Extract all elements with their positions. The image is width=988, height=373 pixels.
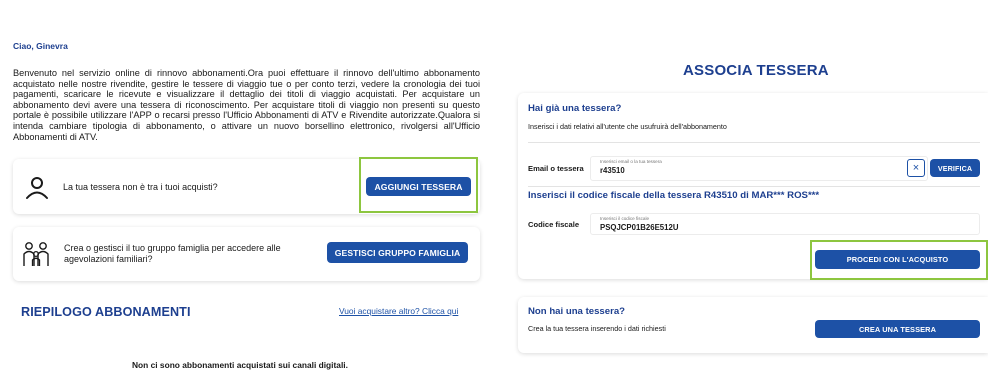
family-icon: [23, 242, 49, 266]
gestisci-famiglia-button[interactable]: GESTISCI GRUPPO FAMIGLIA: [327, 242, 468, 263]
greeting: Ciao, Ginevra: [13, 41, 68, 51]
form-divider: [528, 142, 980, 143]
user-icon: [26, 177, 48, 199]
cf-value: PSQJCP01B26E512U: [600, 223, 679, 232]
email-label: Email o tessera: [528, 164, 584, 173]
no-card-title: Non hai una tessera?: [528, 306, 626, 317]
aggiungi-tessera-button[interactable]: AGGIUNGI TESSERA: [366, 177, 471, 196]
acquista-altro-link[interactable]: Vuoi acquistare altro? Clicca qui: [339, 306, 458, 316]
form-divider-2: [528, 186, 980, 187]
cf-title: Inserisci il codice fiscale della tesser…: [528, 190, 820, 201]
intro-text: Benvenuto nel servizio online di rinnovo…: [13, 68, 480, 142]
codice-fiscale-field[interactable]: Inserisci il codice fiscale PSQJCP01B26E…: [590, 213, 980, 235]
associa-tessera-title: ASSOCIA TESSERA: [683, 62, 829, 79]
riepilogo-title: RIEPILOGO ABBONAMENTI: [21, 305, 191, 319]
procedi-acquisto-button[interactable]: PROCEDI CON L'ACQUISTO: [815, 250, 980, 269]
email-field[interactable]: Inserisci email o la tua tessera r43510: [590, 156, 928, 181]
email-placeholder: Inserisci email o la tua tessera: [600, 159, 662, 164]
has-card-subtitle: Inserisci i dati relativi all'utente che…: [528, 122, 727, 131]
has-card-title: Hai già una tessera?: [528, 103, 622, 114]
no-card-text: Crea la tua tessera inserendo i dati ric…: [528, 324, 666, 333]
verifica-button[interactable]: VERIFICA: [930, 159, 980, 177]
close-icon[interactable]: ×: [907, 159, 925, 177]
empty-subscriptions-message: Non ci sono abbonamenti acquistati sui c…: [132, 360, 348, 370]
famiglia-text-line1: Crea o gestisci il tuo gruppo famiglia p…: [64, 243, 281, 253]
famiglia-text-line2: agevolazioni familiari?: [64, 254, 153, 264]
crea-tessera-button[interactable]: CREA UNA TESSERA: [815, 320, 980, 338]
cf-label: Codice fiscale: [528, 220, 580, 229]
email-value: r43510: [600, 166, 625, 175]
tessera-card-text: La tua tessera non è tra i tuoi acquisti…: [63, 182, 218, 192]
cf-placeholder: Inserisci il codice fiscale: [600, 216, 650, 221]
